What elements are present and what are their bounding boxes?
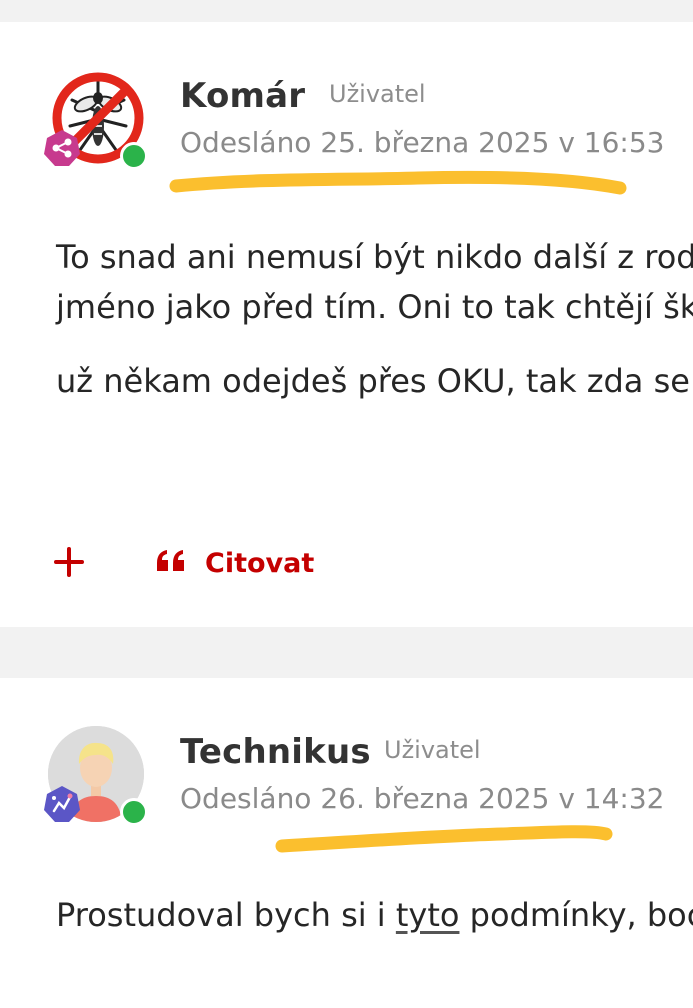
author-name[interactable]: Technikus <box>180 732 371 772</box>
online-status-indicator <box>120 142 148 170</box>
online-status-indicator <box>120 798 148 826</box>
author-role: Uživatel <box>384 736 481 764</box>
rank-badge-icon <box>42 784 82 824</box>
quote-button[interactable]: Citovat <box>155 543 314 583</box>
post-card: Technikus Uživatel Odesláno 26. března 2… <box>0 678 693 1008</box>
author-name[interactable]: Komár <box>180 76 305 116</box>
post-date[interactable]: Odesláno 25. března 2025 v 16:53 <box>180 126 665 159</box>
post-body-line: už někam odejdeš přes OKU, tak zda se v <box>56 362 693 400</box>
avatar[interactable] <box>44 726 148 826</box>
quote-icon <box>155 549 187 577</box>
post-body-line: jméno jako před tím. Oni to tak chtějí š… <box>56 288 693 326</box>
post-link[interactable]: tyto <box>396 896 460 934</box>
highlight-mark <box>275 825 613 853</box>
post-body-line: To snad ani nemusí být nikdo další z rod… <box>56 238 693 276</box>
quote-label: Citovat <box>205 547 315 579</box>
post-date[interactable]: Odesláno 26. března 2025 v 14:32 <box>180 782 665 815</box>
plus-icon[interactable] <box>52 545 86 579</box>
highlight-mark <box>169 170 627 195</box>
avatar[interactable] <box>44 70 148 170</box>
post-card: Komár Uživatel Odesláno 25. března 2025 … <box>0 22 693 627</box>
rank-badge-icon <box>42 128 82 168</box>
author-role: Uživatel <box>329 80 426 108</box>
post-body-line: Prostudoval bych si i tyto podmínky, boc <box>56 896 693 934</box>
